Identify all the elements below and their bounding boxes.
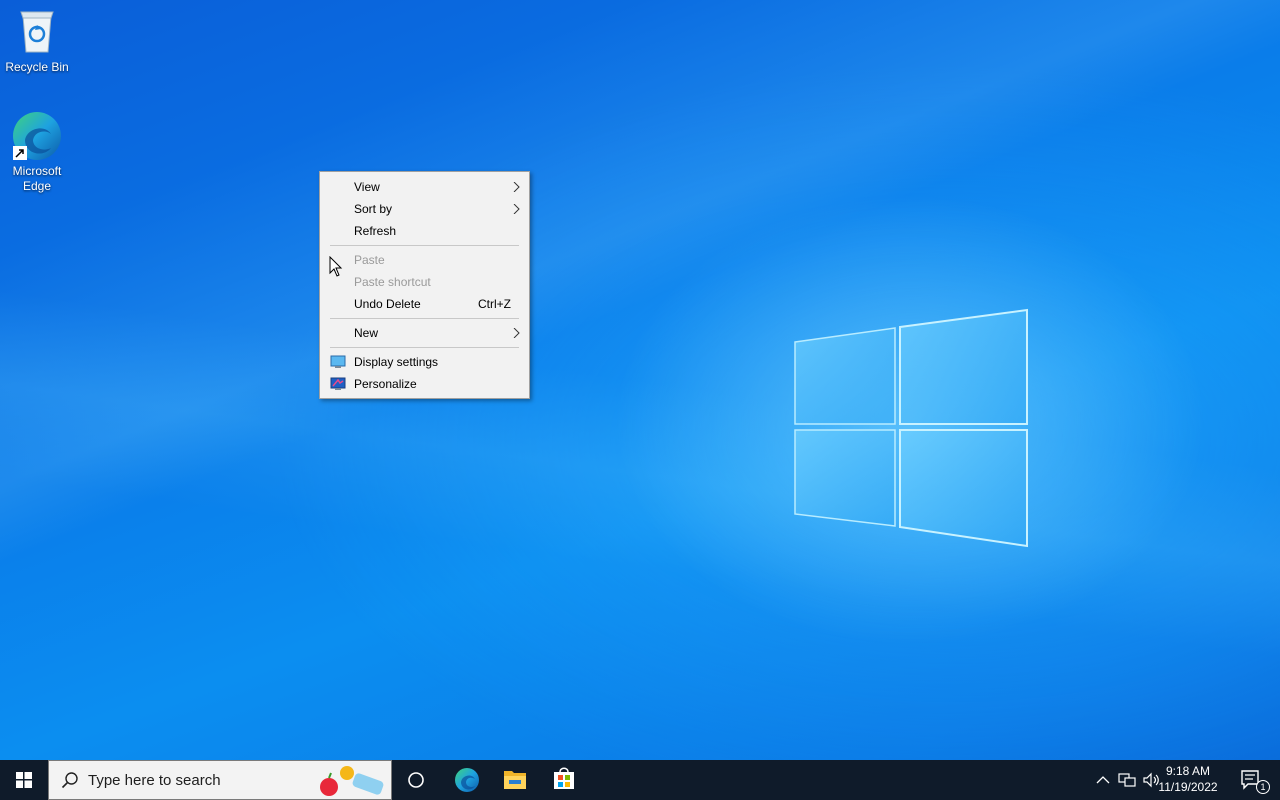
menu-separator (330, 245, 519, 246)
menu-item-paste: Paste (320, 249, 529, 271)
menu-item-paste-shortcut: Paste shortcut (320, 271, 529, 293)
menu-item-label: Refresh (354, 224, 397, 238)
personalize-icon (330, 377, 346, 390)
windows-logo-wallpaper (794, 308, 1028, 548)
mouse-cursor-icon (329, 256, 343, 277)
network-icon[interactable] (1117, 770, 1137, 790)
desktop-icon-recycle-bin[interactable]: Recycle Bin (0, 6, 74, 75)
light-beam (0, 0, 1280, 760)
file-explorer-icon (504, 771, 526, 789)
show-hidden-icons-icon[interactable] (1093, 770, 1113, 790)
menu-item-label: Paste shortcut (354, 275, 431, 289)
edge-icon (11, 110, 63, 162)
menu-item-label: View (354, 180, 380, 194)
display-icon (330, 355, 346, 368)
menu-item-personalize[interactable]: Personalize (320, 373, 529, 395)
desktop-context-menu: View Sort by Refresh Paste Paste shortcu… (319, 171, 530, 399)
desktop-icon-label: Microsoft Edge (12, 164, 62, 193)
menu-item-shortcut: Ctrl+Z (478, 297, 511, 311)
taskbar-edge-button[interactable] (443, 760, 491, 800)
clock[interactable]: 9:18 AM 11/19/2022 (1152, 763, 1224, 795)
menu-item-label: Display settings (354, 355, 439, 369)
search-placeholder: Type here to search (88, 772, 221, 789)
taskbar-store-button[interactable] (540, 760, 588, 800)
menu-separator (330, 318, 519, 319)
menu-separator (330, 347, 519, 348)
menu-item-label: Undo Delete (354, 297, 421, 311)
chevron-right-icon (513, 182, 520, 192)
notification-icon (1241, 770, 1259, 790)
task-view-icon (408, 772, 424, 788)
menu-item-label: New (354, 326, 379, 340)
menu-item-refresh[interactable]: Refresh (320, 220, 529, 242)
search-box[interactable]: Type here to search (48, 760, 392, 800)
notification-count-badge: 1 (1256, 780, 1270, 794)
menu-item-sort-by[interactable]: Sort by (320, 198, 529, 220)
edge-icon (455, 768, 479, 792)
action-center-button[interactable]: 1 (1228, 760, 1276, 800)
taskbar-file-explorer-button[interactable] (491, 760, 539, 800)
taskbar: Type here to search 9:18 AM 11/19/2022 1 (0, 760, 1280, 800)
recycle-bin-icon (11, 6, 63, 58)
clock-date: 11/19/2022 (1158, 780, 1218, 794)
search-highlight-icon (320, 766, 384, 796)
chevron-right-icon (513, 204, 520, 214)
desktop-icon-label: Recycle Bin (5, 60, 69, 74)
menu-item-label: Paste (354, 253, 385, 267)
clock-time: 9:18 AM (1165, 764, 1211, 778)
light-beam (0, 0, 1280, 760)
store-icon (554, 767, 574, 789)
desktop-icon-microsoft-edge[interactable]: Microsoft Edge (0, 110, 74, 194)
menu-item-new[interactable]: New (320, 322, 529, 344)
windows-start-icon (16, 772, 32, 788)
start-button[interactable] (0, 760, 48, 800)
menu-item-undo-delete[interactable]: Undo Delete Ctrl+Z (320, 293, 529, 315)
menu-item-display-settings[interactable]: Display settings (320, 351, 529, 373)
menu-item-label: Sort by (354, 202, 393, 216)
chevron-right-icon (513, 328, 520, 338)
menu-item-view[interactable]: View (320, 176, 529, 198)
task-view-button[interactable] (392, 760, 440, 800)
menu-item-label: Personalize (354, 377, 417, 391)
search-icon (61, 772, 78, 789)
